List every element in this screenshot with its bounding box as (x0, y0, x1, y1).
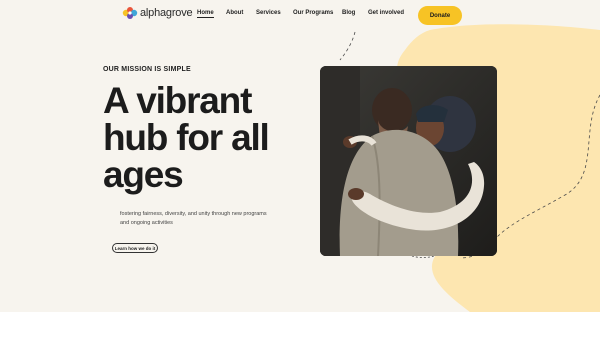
nav-item-get-involved[interactable]: Get involved (368, 10, 404, 16)
hero-section: alphagrove Home About Services Our Progr… (0, 0, 600, 312)
donate-button[interactable]: Donate (418, 6, 462, 25)
nav-item-home[interactable]: Home (197, 10, 214, 18)
hero-eyebrow: OUR MISSION IS SIMPLE (103, 66, 191, 73)
learn-more-button[interactable]: Learn how we do it (112, 243, 158, 253)
nav-item-about[interactable]: About (226, 10, 243, 16)
brand-logo[interactable]: alphagrove (122, 5, 193, 21)
nav-item-our-programs[interactable]: Our Programs (293, 10, 333, 16)
hero-photo (320, 66, 497, 256)
brand-name: alphagrove (140, 7, 193, 19)
hero-headline: A vibrant hub for all ages (103, 80, 270, 195)
nav-item-services[interactable]: Services (256, 10, 281, 16)
hero-subtext: fostering fairness, diversity, and unity… (120, 211, 267, 226)
embracing-people-image (320, 66, 497, 256)
people-cluster-logo-icon (122, 7, 138, 19)
nav-item-blog[interactable]: Blog (342, 10, 355, 16)
